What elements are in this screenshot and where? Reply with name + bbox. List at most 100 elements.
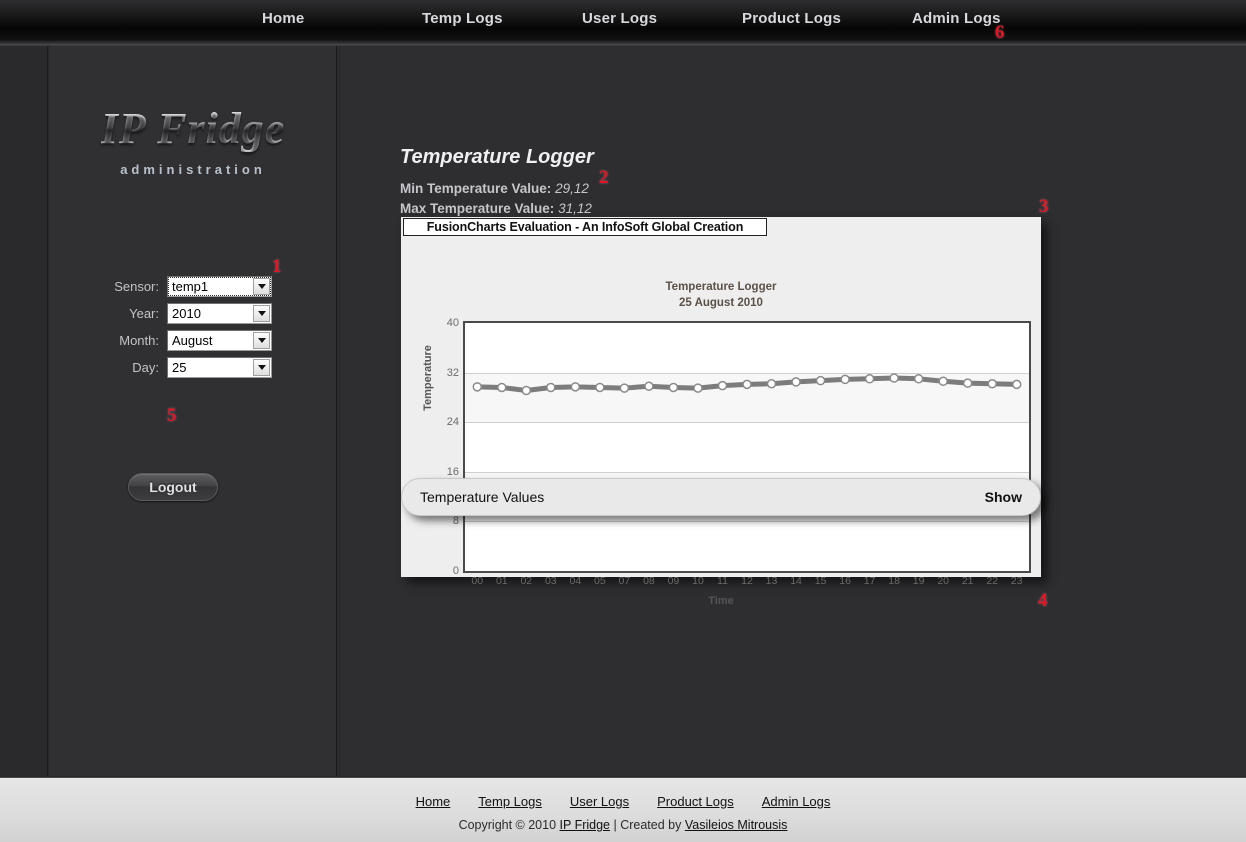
logo-subtitle: administration [120, 162, 266, 178]
annotation-marker-5: 5 [167, 405, 177, 426]
copyright-brand-link[interactable]: IP Fridge [560, 818, 611, 832]
month-select[interactable]: August [167, 329, 272, 351]
x-tick-label: 23 [1010, 575, 1023, 587]
month-select-value: August [172, 332, 213, 348]
nav-link-home[interactable]: Home [262, 10, 422, 27]
chart-plot-area [463, 321, 1031, 573]
data-point[interactable] [619, 383, 630, 393]
x-tick-label: 17 [863, 575, 876, 587]
x-tick-label: 09 [667, 575, 680, 587]
top-navigation-bar: Home Temp Logs User Logs Product Logs Ad… [0, 0, 1246, 46]
data-point[interactable] [595, 382, 605, 393]
data-point[interactable] [889, 373, 899, 383]
footer-link-admin-logs[interactable]: Admin Logs [762, 794, 831, 809]
footer: Home Temp Logs User Logs Product Logs Ad… [0, 777, 1246, 842]
chart-line-series [472, 373, 1022, 396]
nav-link-admin-logs[interactable]: Admin Logs [912, 10, 1032, 27]
data-point[interactable] [791, 377, 801, 387]
data-point[interactable] [766, 379, 777, 389]
chevron-down-icon [253, 358, 270, 376]
min-temperature-stat: Min Temperature Value: 29,12 [400, 181, 589, 196]
x-tick-label: 20 [937, 575, 950, 587]
data-point[interactable] [717, 380, 728, 391]
x-tick-label: 02 [520, 575, 533, 587]
x-tick-label: 10 [692, 575, 704, 587]
data-point[interactable] [668, 382, 679, 393]
nav-link-temp-logs[interactable]: Temp Logs [422, 10, 582, 27]
x-tick-label: 08 [643, 575, 655, 587]
data-point[interactable] [840, 374, 850, 385]
annotation-marker-3: 3 [1039, 196, 1049, 217]
chevron-down-icon [253, 277, 270, 295]
x-tick-label: 14 [790, 575, 802, 587]
temperature-values-panel[interactable]: Temperature Values Show [401, 478, 1041, 516]
copyright-prefix: Copyright © 2010 [458, 818, 560, 832]
y-tick-label: 32 [446, 366, 459, 379]
logout-button[interactable]: Logout [128, 473, 218, 501]
max-temperature-stat: Max Temperature Value: 31,12 [400, 201, 592, 216]
x-tick-label: 00 [471, 575, 484, 587]
min-temperature-value: 29,12 [555, 181, 589, 196]
data-point[interactable] [987, 379, 997, 389]
x-tick-label: 01 [495, 575, 508, 587]
y-tick-label: 0 [452, 565, 459, 577]
main-content: Temperature Logger Min Temperature Value… [340, 46, 1246, 776]
data-point[interactable] [546, 382, 556, 393]
data-point[interactable] [497, 382, 507, 393]
footer-link-home[interactable]: Home [416, 794, 451, 809]
footer-copyright: Copyright © 2010 IP Fridge | Created by … [0, 818, 1246, 832]
chevron-down-icon [253, 331, 270, 349]
nav-link-product-logs[interactable]: Product Logs [742, 10, 912, 27]
sensor-label: Sensor: [114, 278, 159, 294]
data-point[interactable] [742, 379, 752, 390]
show-values-button[interactable]: Show [985, 489, 1022, 505]
data-point[interactable] [1011, 379, 1022, 390]
data-point[interactable] [938, 376, 948, 387]
chart-plot-wrapper: Temperature Time 0 8 16 24 32 40 00 01 02 03 04 05… [401, 217, 1041, 607]
x-tick-label: 15 [814, 575, 827, 587]
footer-links: Home Temp Logs User Logs Product Logs Ad… [0, 778, 1246, 809]
data-point[interactable] [472, 382, 483, 392]
day-select[interactable]: 25 [167, 356, 272, 378]
annotation-marker-1: 1 [272, 256, 282, 277]
x-tick-label: 12 [741, 575, 753, 587]
copyright-author-link[interactable]: Vasileios Mitrousis [685, 818, 788, 832]
max-temperature-label: Max Temperature Value: [400, 201, 555, 216]
data-point[interactable] [815, 375, 826, 386]
y-tick-label: 16 [446, 465, 459, 478]
data-point[interactable] [521, 385, 532, 396]
annotation-marker-6: 6 [995, 22, 1005, 43]
min-temperature-label: Min Temperature Value: [400, 181, 552, 196]
y-axis-tick-labels: 0 8 16 24 32 40 [426, 217, 459, 577]
annotation-marker-4: 4 [1038, 590, 1048, 611]
data-point[interactable] [913, 374, 924, 384]
data-point[interactable] [570, 382, 581, 392]
month-label: Month: [119, 332, 159, 348]
nav-link-user-logs[interactable]: User Logs [582, 10, 742, 27]
left-gutter [0, 46, 48, 776]
year-label: Year: [129, 305, 159, 321]
footer-link-user-logs[interactable]: User Logs [570, 794, 629, 809]
data-point[interactable] [962, 378, 973, 388]
x-tick-label: 19 [912, 575, 925, 587]
x-tick-label: 16 [839, 575, 851, 587]
sensor-select[interactable]: temp1 [167, 275, 272, 297]
app-page: Home Temp Logs User Logs Product Logs Ad… [0, 0, 1246, 842]
site-logo: IP Fridge administration [49, 105, 337, 178]
y-tick-label: 40 [446, 317, 459, 329]
y-tick-label: 8 [452, 515, 459, 528]
footer-link-temp-logs[interactable]: Temp Logs [478, 794, 542, 809]
year-select[interactable]: 2010 [167, 302, 272, 324]
data-point[interactable] [864, 374, 875, 384]
top-nav-items: Home Temp Logs User Logs Product Logs Ad… [262, 0, 1032, 46]
filter-row-day: Day: 25 [49, 355, 337, 379]
chevron-down-icon [253, 304, 270, 322]
footer-link-product-logs[interactable]: Product Logs [657, 794, 734, 809]
filter-row-month: Month: August [49, 328, 337, 352]
data-point[interactable] [644, 381, 654, 391]
temperature-values-label: Temperature Values [420, 489, 545, 505]
data-point[interactable] [693, 383, 703, 393]
copyright-separator: | Created by [610, 818, 685, 832]
filter-row-sensor: Sensor: temp1 [49, 274, 337, 298]
y-tick-label: 24 [446, 416, 459, 429]
